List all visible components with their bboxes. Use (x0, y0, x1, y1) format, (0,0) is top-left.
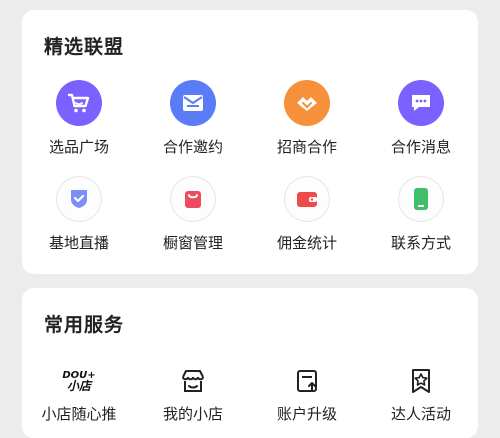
account-upgrade-button[interactable]: 账户升级 (250, 363, 364, 424)
commission-stats-button[interactable]: 佣金统计 (250, 176, 364, 253)
base-live-label: 基地直播 (48, 234, 109, 252)
cooperation-invite-label: 合作邀约 (162, 138, 223, 156)
cooperation-messages-button[interactable]: 合作消息 (364, 80, 478, 157)
chat-bubble-icon (398, 80, 444, 126)
base-live-button[interactable]: 基地直播 (22, 176, 136, 253)
contact-info-label: 联系方式 (390, 234, 451, 252)
alliance-title: 精选联盟 (44, 36, 125, 58)
contact-info-button[interactable]: 联系方式 (364, 176, 478, 253)
shop-promotion-label: 小店随心推 (41, 405, 117, 423)
product-square-label: 选品广场 (48, 138, 109, 156)
alliance-card: 精选联盟 选品广场 合作邀约 招商合作 合作消息 基地直播 橱窗管理 佣金统计 … (22, 10, 478, 274)
cooperation-invite-button[interactable]: 合作邀约 (136, 80, 250, 157)
phone-icon (398, 176, 444, 222)
store-icon (173, 363, 213, 399)
my-shop-button[interactable]: 我的小店 (136, 363, 250, 424)
shopping-bag-icon (170, 176, 216, 222)
shop-promotion-button[interactable]: DOU+ 小店 小店随心推 (22, 363, 136, 424)
influencer-activity-label: 达人活动 (390, 405, 451, 423)
services-title: 常用服务 (44, 314, 125, 336)
services-card: 常用服务 DOU+ 小店 小店随心推 我的小店 账户升级 达人活动 (22, 288, 478, 438)
envelope-icon (170, 80, 216, 126)
dou-plus-logo: DOU+ 小店 (59, 363, 99, 399)
cooperation-messages-label: 合作消息 (390, 138, 451, 156)
window-management-button[interactable]: 橱窗管理 (136, 176, 250, 253)
window-management-label: 橱窗管理 (162, 234, 223, 252)
dou-shop-text: 小店 (66, 379, 91, 393)
handshake-icon (284, 80, 330, 126)
product-square-button[interactable]: 选品广场 (22, 80, 136, 157)
services-row: DOU+ 小店 小店随心推 我的小店 账户升级 达人活动 (22, 363, 478, 424)
account-upgrade-label: 账户升级 (276, 405, 337, 423)
influencer-activity-button[interactable]: 达人活动 (364, 363, 478, 424)
commission-stats-label: 佣金统计 (276, 234, 337, 252)
upgrade-icon (287, 363, 327, 399)
alliance-row-1: 选品广场 合作邀约 招商合作 合作消息 (22, 80, 478, 157)
shopping-cart-icon (56, 80, 102, 126)
star-flag-icon (401, 363, 441, 399)
my-shop-label: 我的小店 (162, 405, 223, 423)
shield-check-icon (56, 176, 102, 222)
merchant-cooperation-label: 招商合作 (276, 138, 337, 156)
merchant-cooperation-button[interactable]: 招商合作 (250, 80, 364, 157)
wallet-icon (284, 176, 330, 222)
alliance-row-2: 基地直播 橱窗管理 佣金统计 联系方式 (22, 176, 478, 253)
